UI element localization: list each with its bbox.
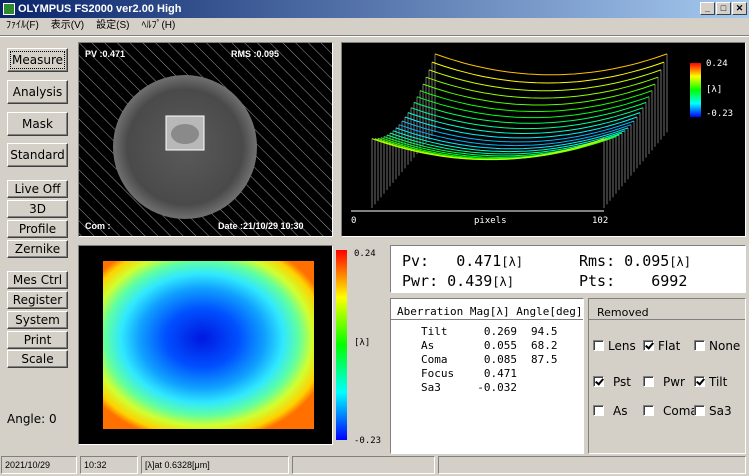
scale-button[interactable]: Scale xyxy=(7,350,68,368)
3d-surface-line xyxy=(374,138,608,161)
pwr-checkbox-box[interactable] xyxy=(643,376,654,387)
register-button[interactable]: Register xyxy=(7,291,68,309)
removed-title: Removed xyxy=(597,306,649,319)
aberration-row: Focus 0.471 xyxy=(421,366,517,380)
3d-color-scale xyxy=(690,63,701,117)
removed-panel: Removed Lens Flat None Pst Pwr Tilt As C… xyxy=(588,298,746,454)
none-checkbox-box[interactable] xyxy=(694,340,705,351)
3d-axis-end: 102 xyxy=(592,216,609,226)
lens-checkbox-box[interactable] xyxy=(593,340,604,351)
interferogram-image xyxy=(79,43,332,236)
pwr-checkbox[interactable]: Pwr xyxy=(643,374,685,389)
live-off-button[interactable]: Live Off xyxy=(7,180,68,198)
analysis-button[interactable]: Analysis xyxy=(7,80,68,104)
removed-divider xyxy=(589,319,745,320)
3d-surface-plot xyxy=(351,53,668,212)
title-bar: OLYMPUS FS2000 ver2.00 High _ □ ✕ xyxy=(0,0,749,18)
pts-readout: Pts: 6992 xyxy=(579,272,688,290)
aberration-divider xyxy=(391,319,583,320)
profile-button[interactable]: Profile xyxy=(7,220,68,238)
pwr-value: 0.439 xyxy=(447,272,493,290)
as-checkbox[interactable]: As xyxy=(593,403,627,418)
3d-axis-start: 0 xyxy=(351,216,357,226)
pv-readout: Pv: 0.471[λ] xyxy=(402,252,524,270)
sa3-checkbox-box[interactable] xyxy=(694,405,705,416)
angle-label: Angle: 0 xyxy=(7,412,57,426)
aberration-header: Aberration Mag[λ] Angle[deg] xyxy=(397,305,583,318)
3d-axis-label: pixels xyxy=(474,216,507,226)
3d-scale-unit: [λ] xyxy=(706,85,723,95)
pts-value: 6992 xyxy=(651,272,688,290)
mask-button[interactable]: Mask xyxy=(7,112,68,136)
flat-checkbox[interactable]: Flat xyxy=(643,338,680,353)
2d-scale-max: 0.24 xyxy=(354,249,376,259)
none-checkbox[interactable]: None xyxy=(694,338,740,353)
pwr-readout: Pwr: 0.439[λ] xyxy=(402,272,514,290)
3d-scale-min: -0.23 xyxy=(706,109,734,119)
close-button[interactable]: ✕ xyxy=(732,2,747,15)
rms-readout: Rms: 0.095[λ] xyxy=(579,252,691,270)
mes-ctrl-button[interactable]: Mes Ctrl xyxy=(7,271,68,289)
3d-plot-panel: 0.24 [λ] -0.23 0 pixels 102 xyxy=(341,42,746,237)
date-overlay: Date :21/10/29 10:30 xyxy=(218,221,304,231)
aberration-table: Tilt 0.269 94.5 As 0.055 68.2 Coma 0.085 87.5 … xyxy=(421,324,558,394)
measure-button[interactable]: Measure xyxy=(7,48,68,72)
menu-file[interactable]: ﾌｧｲﾙ(F) xyxy=(6,20,39,31)
3d-surface-line xyxy=(425,76,659,99)
comment-overlay: Com : xyxy=(85,221,111,231)
maximize-button[interactable]: □ xyxy=(716,2,731,15)
app-icon xyxy=(3,3,15,15)
pst-checkbox[interactable]: Pst xyxy=(593,374,631,389)
aberration-row: Sa3 -0.032 xyxy=(421,380,517,394)
as-checkbox-box[interactable] xyxy=(593,405,604,416)
interferogram-panel: PV :0.471 RMS :0.095 Com : Date :21/10/2… xyxy=(78,42,333,237)
rms-value: 0.095 xyxy=(624,252,670,270)
readout-panel: Pv: 0.471[λ] Rms: 0.095[λ] Pwr: 0.439[λ]… xyxy=(390,245,746,293)
3d-scale-max: 0.24 xyxy=(706,59,728,69)
status-time: 10:32 xyxy=(80,456,138,474)
flat-checkbox-box[interactable] xyxy=(643,340,654,351)
3d-surface-line xyxy=(413,101,647,124)
coma-checkbox-box[interactable] xyxy=(643,405,654,416)
tilt-checkbox-box[interactable] xyxy=(694,376,705,387)
2d-phase-map xyxy=(103,261,314,429)
status-date: 2021/10/29 xyxy=(1,456,77,474)
menu-bar: ﾌｧｲﾙ(F) 表示(V) 設定(S) ﾍﾙﾌﾟ(H) xyxy=(0,18,749,34)
menu-separator xyxy=(0,35,749,37)
print-button[interactable]: Print xyxy=(7,331,68,349)
menu-view[interactable]: 表示(V) xyxy=(51,20,84,31)
3d-surface-line xyxy=(428,69,662,92)
status-field-5 xyxy=(438,456,746,474)
status-field-4 xyxy=(292,456,435,474)
window-title: OLYMPUS FS2000 ver2.00 High xyxy=(18,3,182,15)
rms-overlay: RMS :0.095 xyxy=(231,49,280,59)
pst-checkbox-box[interactable] xyxy=(593,376,604,387)
menu-settings[interactable]: 設定(S) xyxy=(96,20,129,31)
pv-value: 0.471 xyxy=(456,252,502,270)
coma-checkbox[interactable]: Coma xyxy=(643,403,698,418)
tilt-checkbox[interactable]: Tilt xyxy=(694,374,727,389)
zernike-button[interactable]: Zernike xyxy=(7,240,68,258)
aberration-row: Tilt 0.269 94.5 xyxy=(421,324,558,338)
2d-color-scale xyxy=(336,250,347,440)
standard-button[interactable]: Standard xyxy=(7,143,68,167)
sa3-checkbox[interactable]: Sa3 xyxy=(694,403,732,418)
minimize-button[interactable]: _ xyxy=(700,2,715,15)
3d-surface-line xyxy=(416,96,650,119)
menu-help[interactable]: ﾍﾙﾌﾟ(H) xyxy=(141,20,175,31)
3d-button[interactable]: 3D xyxy=(7,200,68,218)
lens-checkbox[interactable]: Lens xyxy=(593,338,636,353)
3d-surface-line xyxy=(410,107,644,130)
aberration-row: As 0.055 68.2 xyxy=(421,338,558,352)
status-wavelength: [λ]at 0.6328[μm] xyxy=(141,456,289,474)
2d-map-panel xyxy=(78,245,333,445)
2d-scale-unit: [λ] xyxy=(354,338,371,348)
pv-overlay: PV :0.471 xyxy=(85,49,126,59)
2d-scale-min: -0.23 xyxy=(354,436,382,446)
aberration-panel: Aberration Mag[λ] Angle[deg] Tilt 0.269 94… xyxy=(390,298,584,454)
aberration-row: Coma 0.085 87.5 xyxy=(421,352,558,366)
system-button[interactable]: System xyxy=(7,311,68,329)
